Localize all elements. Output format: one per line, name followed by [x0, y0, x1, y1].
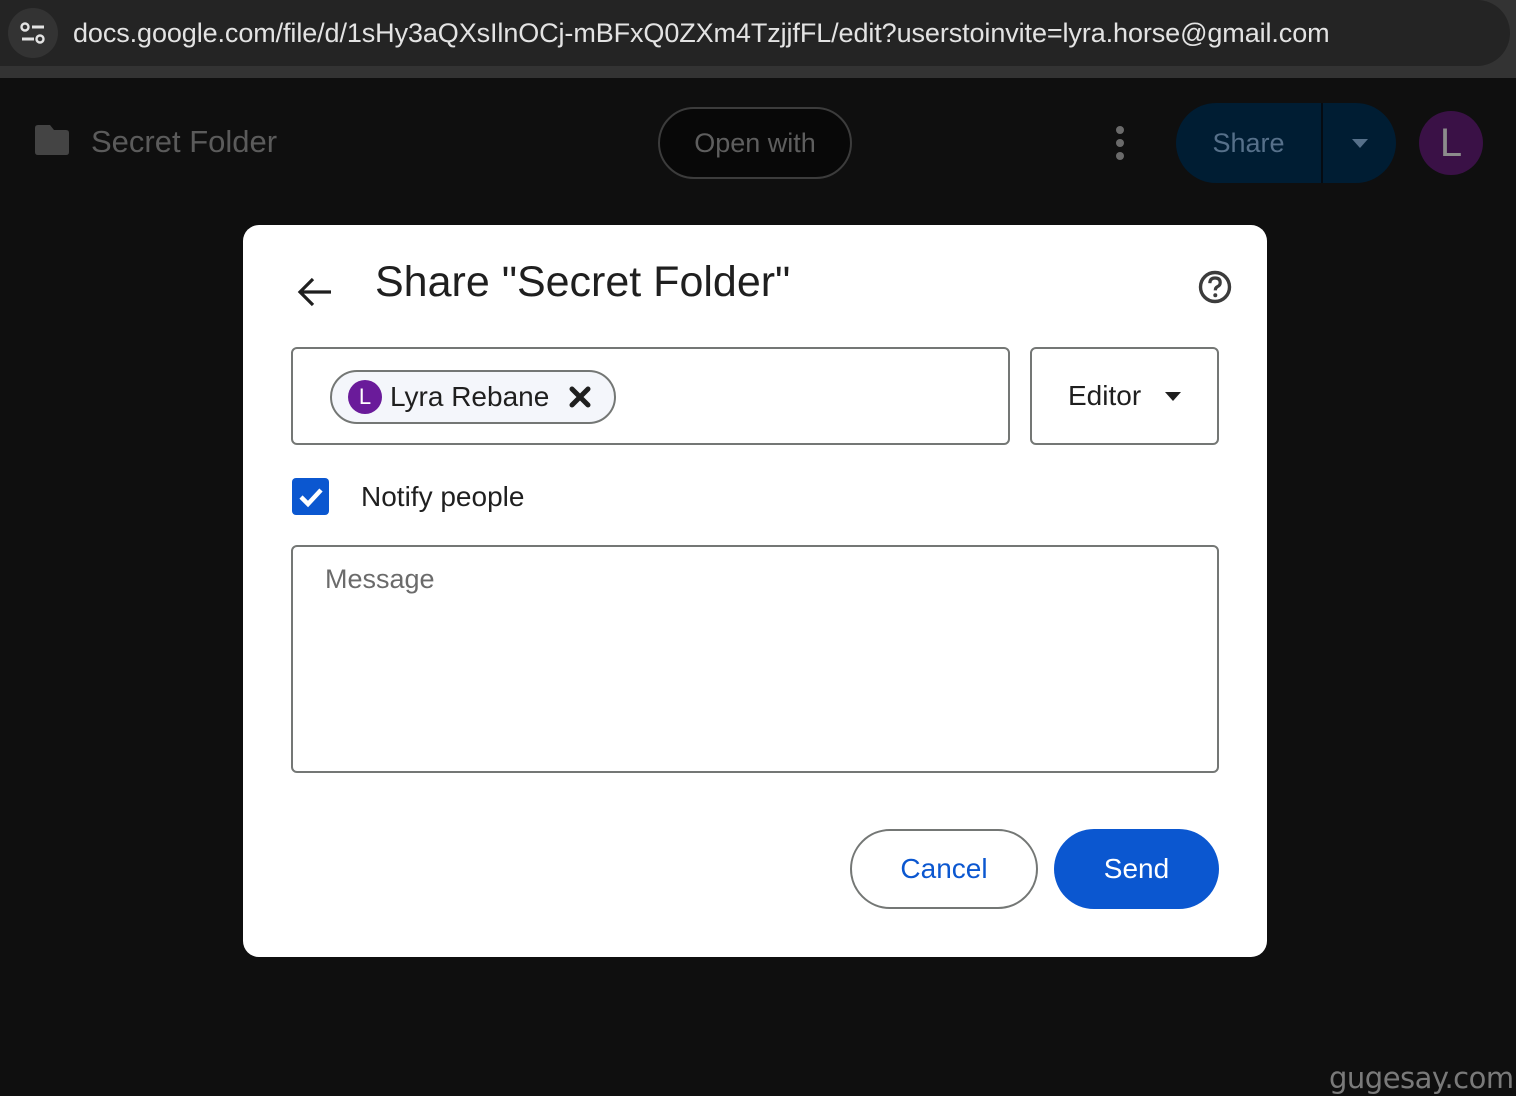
recipient-name: Lyra Rebane: [390, 381, 550, 412]
caret-down-icon: [1351, 138, 1368, 148]
open-with-label: Open with: [694, 127, 816, 158]
send-button[interactable]: Send: [1054, 829, 1219, 909]
watermark: gugesay.com: [1329, 1061, 1514, 1095]
caret-down-icon: [1165, 391, 1182, 401]
message-input[interactable]: [291, 545, 1219, 773]
cancel-button[interactable]: Cancel: [850, 829, 1038, 909]
share-button[interactable]: Share: [1176, 103, 1323, 183]
account-avatar[interactable]: L: [1419, 111, 1483, 175]
notify-people-label[interactable]: Notify people: [361, 481, 524, 513]
recipient-avatar: L: [348, 380, 382, 414]
share-label: Share: [1212, 127, 1285, 158]
url-text[interactable]: docs.google.com/file/d/1sHy3aQXsIlnOCj-m…: [73, 18, 1330, 49]
send-label: Send: [1103, 853, 1170, 884]
check-icon: [298, 487, 323, 507]
cancel-label: Cancel: [900, 853, 988, 884]
site-info-button[interactable]: [8, 8, 58, 58]
recipient-chip[interactable]: L Lyra Rebane: [330, 370, 616, 424]
help-circle-icon[interactable]: [1195, 267, 1235, 307]
folder-icon: [35, 125, 69, 155]
more-vert-icon[interactable]: [1110, 124, 1130, 164]
share-split-button: Share: [1176, 103, 1396, 183]
role-selected: Editor: [1068, 380, 1142, 411]
notify-people-checkbox[interactable]: [292, 478, 329, 515]
folder-title: Secret Folder: [91, 124, 278, 159]
open-with-button[interactable]: Open with: [658, 107, 852, 179]
browser-toolbar: docs.google.com/file/d/1sHy3aQXsIlnOCj-m…: [0, 0, 1516, 78]
tune-icon: [20, 22, 45, 44]
avatar-initial: L: [1439, 120, 1463, 165]
arrow-left-icon[interactable]: [293, 270, 337, 314]
add-people-input[interactable]: L Lyra Rebane: [291, 347, 1010, 445]
address-bar[interactable]: docs.google.com/file/d/1sHy3aQXsIlnOCj-m…: [0, 0, 1510, 66]
close-icon[interactable]: [569, 386, 591, 408]
share-dialog: Share "Secret Folder" L Lyra Rebane Edit…: [243, 225, 1267, 957]
dialog-title: Share "Secret Folder": [375, 258, 791, 306]
recipient-initial: L: [358, 384, 372, 409]
role-dropdown[interactable]: Editor: [1030, 347, 1219, 445]
notify-people-row: Notify people: [292, 478, 524, 515]
